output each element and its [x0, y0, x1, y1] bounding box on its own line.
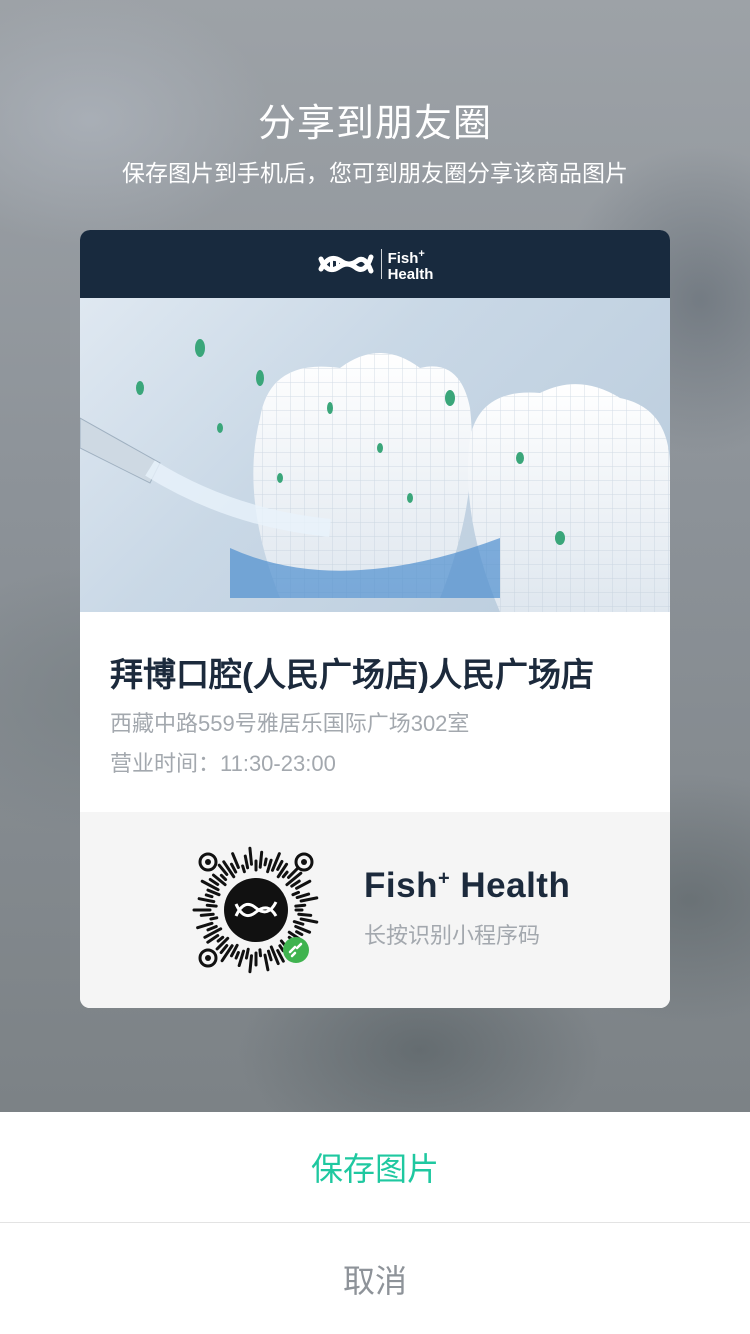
store-address: 西藏中路559号雅居乐国际广场302室 [110, 711, 470, 736]
code-ray [278, 944, 285, 953]
teeth-illustration [80, 339, 670, 612]
code-ray [263, 857, 268, 867]
brand-logo: Fish+ Health [317, 246, 434, 283]
mini-program-code [192, 846, 319, 974]
code-ray [266, 858, 273, 874]
code-ray [276, 859, 284, 871]
code-ray [258, 850, 264, 869]
fish-logo-icon [318, 254, 374, 274]
code-ray [266, 949, 273, 962]
mini-program-name-2: Health [450, 866, 571, 905]
code-ray [295, 892, 311, 900]
code-ray [216, 935, 225, 943]
save-image-button[interactable]: 保存图片 [0, 1112, 750, 1222]
code-ray [237, 949, 246, 968]
code-ray [197, 897, 216, 904]
code-ray [208, 877, 220, 886]
store-hours: 营业时间：11:30-23:00 [110, 751, 336, 776]
code-ray [199, 912, 215, 917]
brand-wordmark: Fish+ Health [388, 246, 434, 283]
code-ray [290, 879, 301, 888]
store-info: 拜博口腔(人民广场店)人民广场店 西藏中路559号雅居乐国际广场302室 营业时… [80, 612, 670, 812]
code-ray [241, 864, 246, 874]
code-ray [196, 921, 214, 930]
code-ray [297, 912, 313, 917]
brand-divider [380, 249, 382, 279]
share-poster-card: Fish+ Health 拜博口腔(人民广场店)人民广场店 西藏中路559号雅居… [80, 230, 670, 1008]
code-ray [204, 893, 214, 899]
wechat-link-icon [283, 937, 309, 963]
code-ray [281, 870, 289, 879]
code-ray [234, 950, 240, 960]
mini-program-name-1: Fish [364, 866, 438, 905]
code-ray [263, 953, 270, 972]
brand-name: Fish [387, 249, 419, 267]
code-ray [294, 903, 307, 908]
share-subtitle: 保存图片到手机后，您可到朋友圈分享该商品图片 [122, 160, 628, 186]
code-ray [292, 920, 305, 926]
code-ray [248, 954, 253, 974]
code-ray [248, 846, 253, 866]
brand-plus: + [418, 247, 425, 260]
mini-program-plus: + [437, 867, 451, 890]
hero-image-teeth [80, 298, 670, 612]
mini-program-name: Fish+ Health [364, 866, 570, 906]
code-ray [205, 903, 218, 908]
mini-program-hint: 长按识别小程序码 [364, 923, 541, 948]
code-ray [258, 948, 263, 958]
share-title: 分享到朋友圈 [257, 103, 492, 145]
store-name: 拜博口腔(人民广场店)人民广场店 [110, 656, 594, 693]
code-ray [229, 862, 238, 874]
code-ray [219, 873, 228, 882]
mini-program-panel: Fish+ Health 长按识别小程序码 [80, 812, 670, 1008]
code-ray [244, 947, 250, 960]
poster-header: Fish+ Health [80, 230, 670, 298]
code-ray [299, 917, 319, 924]
code-ray [276, 949, 285, 963]
sheet-divider [0, 1222, 750, 1223]
code-ray [243, 854, 250, 870]
code-ray [219, 944, 229, 955]
code-ray [299, 896, 319, 903]
code-ray [291, 890, 300, 897]
code-ray [206, 924, 218, 932]
brand-name-2: Health [387, 265, 434, 283]
action-sheet: 保存图片 取消 [0, 1112, 750, 1334]
code-ray [209, 916, 219, 921]
code-ray [295, 930, 304, 937]
cancel-button[interactable]: 取消 [0, 1224, 750, 1334]
